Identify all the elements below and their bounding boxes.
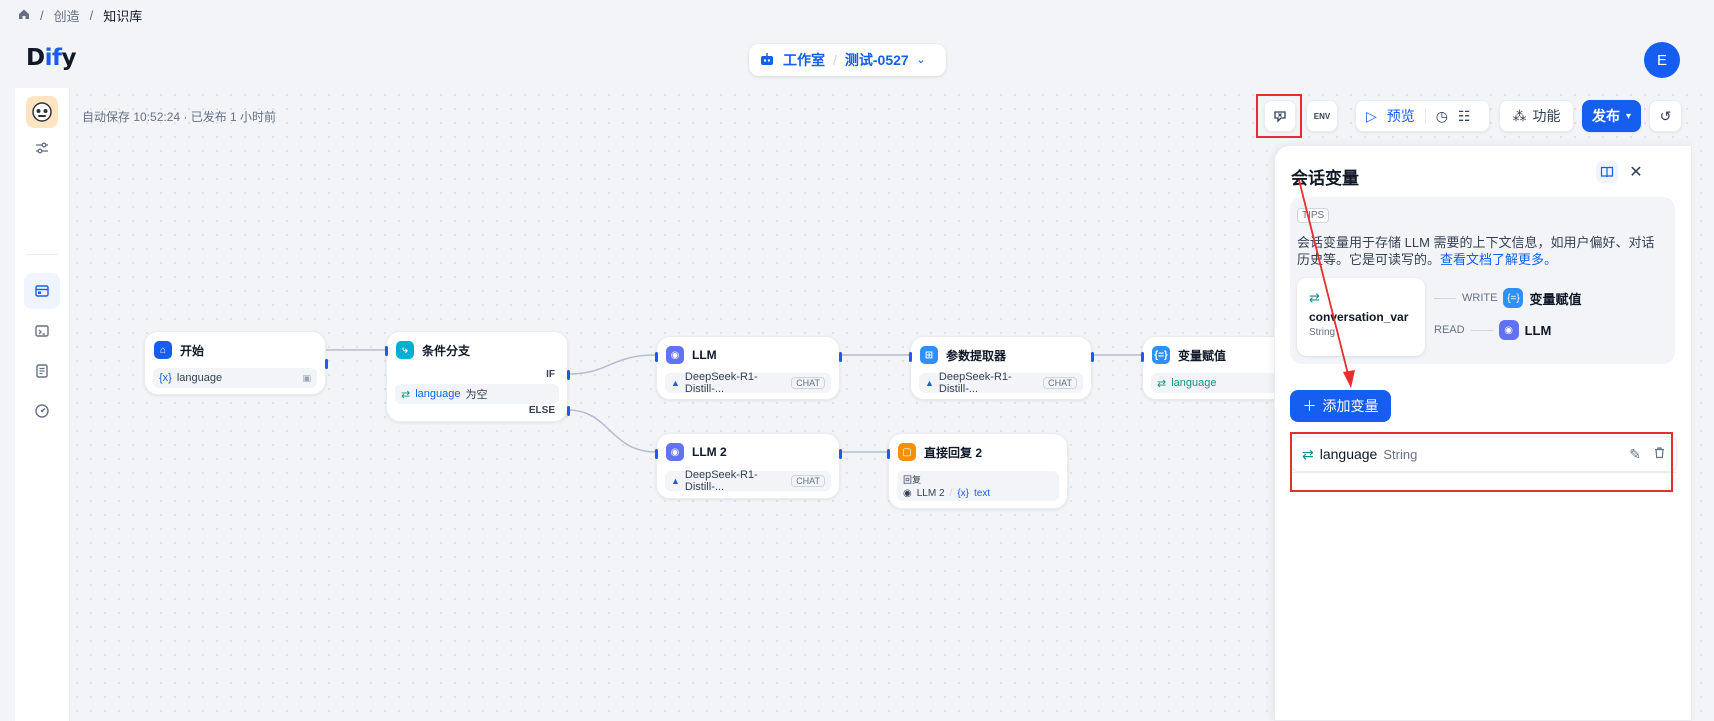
annotation-arrow xyxy=(1298,179,1355,388)
